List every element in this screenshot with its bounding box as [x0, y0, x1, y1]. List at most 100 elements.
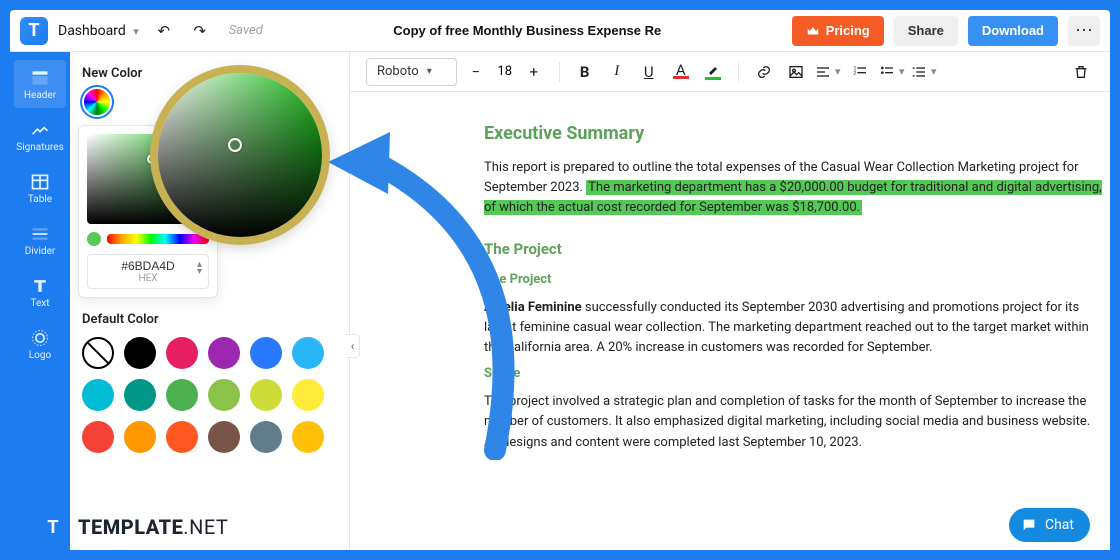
italic-button[interactable]: I: [604, 59, 630, 85]
brand-watermark: T TEMPLATE.NET: [38, 512, 228, 542]
swatch[interactable]: [166, 421, 198, 453]
swatch[interactable]: [124, 337, 156, 369]
swatch[interactable]: [250, 337, 282, 369]
chevron-down-icon: ▾: [835, 65, 841, 78]
text-color-button[interactable]: A: [668, 59, 694, 85]
swatch[interactable]: [124, 379, 156, 411]
brand-text: TEMPLATE: [78, 515, 183, 539]
align-button[interactable]: ▾: [815, 59, 841, 85]
swatch[interactable]: [166, 379, 198, 411]
sidebar-item-logo[interactable]: Logo: [14, 320, 66, 368]
sidebar-label: Table: [28, 194, 52, 205]
format-toolbar: Roboto ▾ − 18 + B I U A: [350, 52, 1110, 92]
toolbar-divider: [559, 62, 560, 82]
sidebar-label: Text: [30, 298, 49, 309]
color-wheel-button[interactable]: [82, 87, 112, 117]
paragraph[interactable]: The project involved a strategic plan an…: [484, 392, 1104, 452]
callout-arrow: [310, 120, 530, 460]
pricing-button[interactable]: Pricing: [792, 16, 884, 46]
download-button[interactable]: Download: [968, 16, 1058, 46]
heading-project[interactable]: The Project: [484, 238, 1104, 261]
font-decrease-button[interactable]: −: [463, 59, 489, 85]
format-stepper[interactable]: ▴▾: [197, 261, 202, 275]
sidebar-item-text[interactable]: Text: [14, 268, 66, 316]
page-content[interactable]: Executive Summary This report is prepare…: [484, 120, 1104, 453]
swatch[interactable]: [250, 421, 282, 453]
redo-icon[interactable]: ↷: [187, 18, 213, 44]
swatch[interactable]: [208, 337, 240, 369]
font-increase-button[interactable]: +: [521, 59, 547, 85]
ul-icon: [879, 64, 895, 80]
image-icon: [788, 64, 804, 80]
hex-label: HEX: [138, 273, 157, 284]
font-family-select[interactable]: Roboto ▾: [366, 58, 457, 86]
app-logo[interactable]: T: [20, 17, 48, 45]
delete-button[interactable]: [1068, 59, 1094, 85]
paragraph[interactable]: Amelia Feminine successfully conducted i…: [484, 298, 1104, 358]
font-size-value[interactable]: 18: [493, 64, 517, 79]
chat-icon: [1021, 517, 1037, 533]
font-family-label: Roboto: [377, 64, 419, 79]
swatch[interactable]: [124, 421, 156, 453]
chevron-down-icon: ▾: [899, 65, 905, 78]
swatch[interactable]: [208, 379, 240, 411]
highlight-color-button[interactable]: [700, 59, 726, 85]
toolbar-divider: [738, 62, 739, 82]
chat-button[interactable]: Chat: [1009, 508, 1090, 542]
swatch[interactable]: [82, 421, 114, 453]
ol-icon: 12: [852, 64, 868, 80]
signature-icon: [30, 120, 50, 140]
subheading-scope[interactable]: Scope: [484, 364, 1104, 384]
trash-icon: [1073, 64, 1089, 80]
sidebar-item-table[interactable]: Table: [14, 164, 66, 212]
logo-tool-icon: [30, 328, 50, 348]
swatch[interactable]: [250, 379, 282, 411]
header-icon: [30, 68, 50, 88]
sidebar-item-header[interactable]: Header: [14, 60, 66, 108]
topbar: T Dashboard ▾ ↶ ↷ Saved Pricing Share Do…: [10, 10, 1110, 52]
ordered-list-button[interactable]: 12: [847, 59, 873, 85]
hex-input[interactable]: [103, 259, 193, 273]
chevron-down-icon: ▾: [133, 25, 139, 38]
swatch-none[interactable]: [82, 337, 114, 369]
sidebar-item-signatures[interactable]: Signatures: [14, 112, 66, 160]
sidebar-label: Logo: [29, 350, 51, 361]
link-button[interactable]: [751, 59, 777, 85]
undo-icon[interactable]: ↶: [151, 18, 177, 44]
default-color-heading: Default Color: [82, 312, 341, 327]
spacing-icon: [911, 64, 927, 80]
pricing-label: Pricing: [826, 23, 870, 38]
heading-executive-summary[interactable]: Executive Summary: [484, 120, 1104, 148]
dashboard-label: Dashboard: [58, 23, 126, 39]
left-sidebar: Header Signatures Table Divider Text Log…: [10, 52, 70, 550]
bold-button[interactable]: B: [572, 59, 598, 85]
align-icon: [815, 64, 831, 80]
sidebar-label: Divider: [25, 246, 56, 257]
line-spacing-button[interactable]: ▾: [911, 59, 937, 85]
brand-suffix: .NET: [183, 515, 228, 539]
more-menu-button[interactable]: ⋯: [1068, 16, 1100, 46]
crown-icon: [806, 24, 820, 38]
download-label: Download: [982, 23, 1044, 38]
swatch[interactable]: [82, 379, 114, 411]
sidebar-item-divider[interactable]: Divider: [14, 216, 66, 264]
subheading-project[interactable]: The Project: [484, 270, 1104, 290]
table-icon: [30, 172, 50, 192]
paragraph[interactable]: This report is prepared to outline the t…: [484, 158, 1104, 218]
sidebar-label: Header: [24, 90, 56, 101]
document-title-input[interactable]: [263, 23, 792, 38]
insert-image-button[interactable]: [783, 59, 809, 85]
share-label: Share: [908, 23, 944, 38]
chevron-down-icon: ▾: [931, 65, 937, 78]
swatch[interactable]: [166, 337, 198, 369]
highlighter-icon: [706, 64, 720, 76]
brand-logo-icon: T: [38, 512, 68, 542]
unordered-list-button[interactable]: ▾: [879, 59, 905, 85]
swatch[interactable]: [208, 421, 240, 453]
text-icon: [30, 276, 50, 296]
underline-button[interactable]: U: [636, 59, 662, 85]
dashboard-link[interactable]: Dashboard ▾: [58, 23, 139, 39]
share-button[interactable]: Share: [894, 16, 958, 46]
zoom-callout: [150, 65, 330, 245]
zoom-cursor: [228, 138, 242, 152]
